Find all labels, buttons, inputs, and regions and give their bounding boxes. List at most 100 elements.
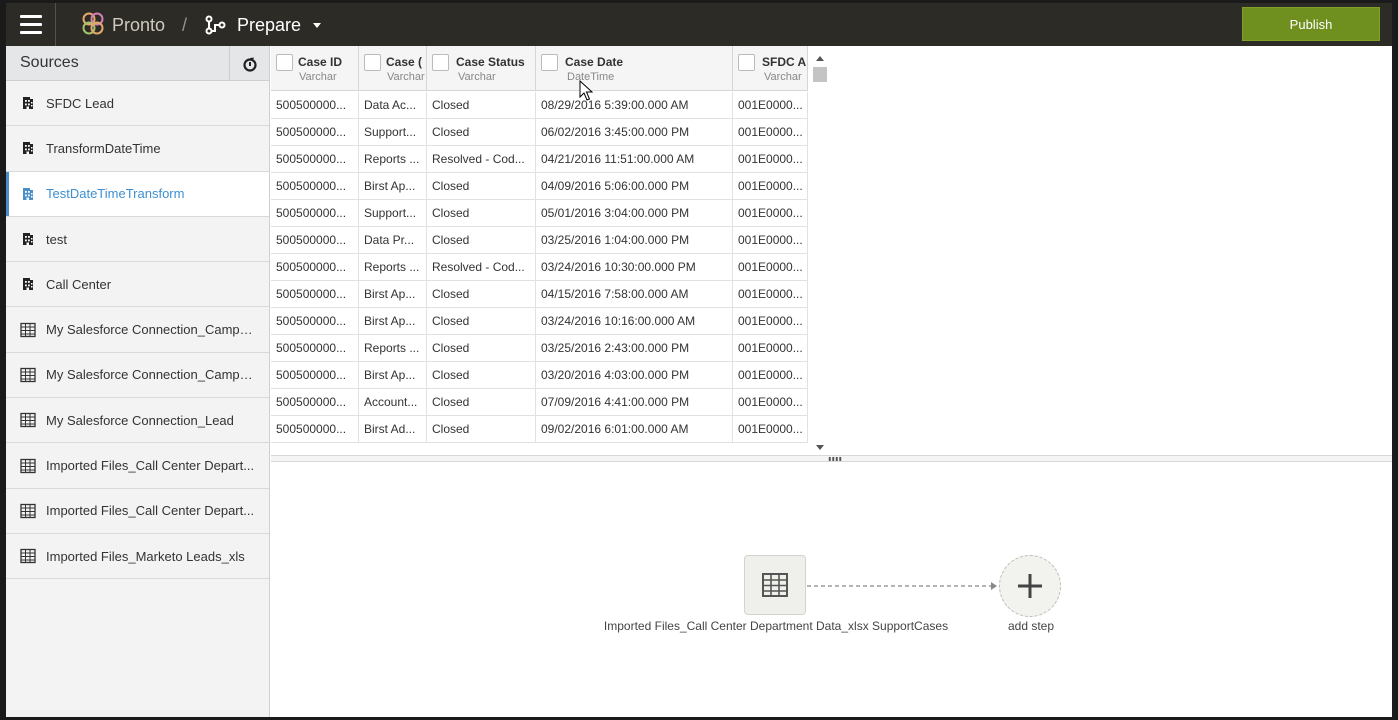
table-cell[interactable]: 04/21/2016 11:51:00.000 AM: [536, 146, 733, 173]
table-row[interactable]: 500500000... Birst Ap... Closed 03/24/2016 …: [271, 308, 808, 335]
column-select-checkbox[interactable]: [541, 54, 558, 71]
sidebar-item-source[interactable]: SFDC Lead: [6, 81, 269, 127]
table-cell[interactable]: 500500000...: [271, 308, 359, 335]
table-cell[interactable]: Closed: [427, 200, 536, 227]
column-header[interactable]: SFDC A Varchar: [733, 46, 808, 91]
table-cell[interactable]: 001E0000...: [733, 308, 808, 335]
column-select-checkbox[interactable]: [432, 54, 449, 71]
table-row[interactable]: 500500000... Birst Ad... Closed 09/02/2016 …: [271, 416, 808, 443]
table-row[interactable]: 500500000... Birst Ap... Closed 04/09/2016 …: [271, 173, 808, 200]
table-cell[interactable]: 001E0000...: [733, 92, 808, 119]
table-cell[interactable]: Closed: [427, 227, 536, 254]
table-cell[interactable]: 001E0000...: [733, 416, 808, 443]
table-cell[interactable]: Closed: [427, 308, 536, 335]
column-header[interactable]: Case Date DateTime: [536, 46, 733, 91]
scroll-up-arrow-icon[interactable]: [816, 56, 824, 61]
table-cell[interactable]: 500500000...: [271, 227, 359, 254]
refresh-button[interactable]: [229, 46, 269, 81]
sidebar-item-source[interactable]: Imported Files_Call Center Depart...: [6, 443, 269, 489]
table-cell[interactable]: Birst Ap...: [359, 173, 427, 200]
table-row[interactable]: 500500000... Support... Closed 05/01/2016 3…: [271, 200, 808, 227]
table-row[interactable]: 500500000... Data Ac... Closed 08/29/2016 5…: [271, 92, 808, 119]
table-cell[interactable]: 04/15/2016 7:58:00.000 AM: [536, 281, 733, 308]
sidebar-item-source[interactable]: My Salesforce Connection_Campai...: [6, 353, 269, 399]
table-row[interactable]: 500500000... Reports ... Resolved - Cod...…: [271, 254, 808, 281]
column-select-checkbox[interactable]: [738, 54, 755, 71]
table-cell[interactable]: 500500000...: [271, 254, 359, 281]
column-header[interactable]: Case ID Varchar: [271, 46, 359, 91]
table-cell[interactable]: 03/20/2016 4:03:00.000 PM: [536, 362, 733, 389]
table-cell[interactable]: 001E0000...: [733, 335, 808, 362]
table-cell[interactable]: 001E0000...: [733, 254, 808, 281]
table-cell[interactable]: Closed: [427, 335, 536, 362]
table-row[interactable]: 500500000... Account... Closed 07/09/2016 4…: [271, 389, 808, 416]
table-row[interactable]: 500500000... Support... Closed 06/02/2016 3…: [271, 119, 808, 146]
table-row[interactable]: 500500000... Birst Ap... Closed 04/15/2016 …: [271, 281, 808, 308]
publish-button[interactable]: Publish: [1242, 7, 1380, 41]
table-cell[interactable]: 001E0000...: [733, 200, 808, 227]
table-cell[interactable]: 03/25/2016 2:43:00.000 PM: [536, 335, 733, 362]
sidebar-item-source[interactable]: My Salesforce Connection_Lead: [6, 398, 269, 444]
sidebar-item-source[interactable]: My Salesforce Connection_Campaign: [6, 307, 269, 353]
sidebar-item-source[interactable]: Call Center: [6, 262, 269, 308]
table-cell[interactable]: 500500000...: [271, 335, 359, 362]
table-row[interactable]: 500500000... Reports ... Closed 03/25/2016 …: [271, 335, 808, 362]
table-cell[interactable]: Data Ac...: [359, 92, 427, 119]
hamburger-menu-icon[interactable]: [6, 3, 56, 46]
grip-icon[interactable]: [828, 457, 842, 461]
table-cell[interactable]: 03/24/2016 10:16:00.000 AM: [536, 308, 733, 335]
table-row[interactable]: 500500000... Birst Ap... Closed 03/20/2016 …: [271, 362, 808, 389]
table-cell[interactable]: Resolved - Cod...: [427, 146, 536, 173]
table-cell[interactable]: Reports ...: [359, 335, 427, 362]
table-cell[interactable]: Closed: [427, 389, 536, 416]
table-cell[interactable]: 08/29/2016 5:39:00.000 AM: [536, 92, 733, 119]
source-node[interactable]: [744, 555, 806, 615]
table-cell[interactable]: 03/25/2016 1:04:00.000 PM: [536, 227, 733, 254]
add-step-button[interactable]: [999, 555, 1061, 617]
table-cell[interactable]: 500500000...: [271, 146, 359, 173]
table-cell[interactable]: 04/09/2016 5:06:00.000 PM: [536, 173, 733, 200]
table-cell[interactable]: 500500000...: [271, 173, 359, 200]
table-cell[interactable]: 500500000...: [271, 119, 359, 146]
column-select-checkbox[interactable]: [276, 54, 293, 71]
table-cell[interactable]: Birst Ad...: [359, 416, 427, 443]
table-cell[interactable]: Resolved - Cod...: [427, 254, 536, 281]
table-cell[interactable]: Account...: [359, 389, 427, 416]
table-cell[interactable]: 500500000...: [271, 200, 359, 227]
table-cell[interactable]: Support...: [359, 119, 427, 146]
scroll-thumb[interactable]: [813, 67, 827, 82]
table-cell[interactable]: Closed: [427, 173, 536, 200]
table-cell[interactable]: Closed: [427, 362, 536, 389]
grid-vertical-scrollbar[interactable]: [812, 50, 828, 455]
table-cell[interactable]: 001E0000...: [733, 146, 808, 173]
table-cell[interactable]: 500500000...: [271, 281, 359, 308]
table-cell[interactable]: Reports ...: [359, 254, 427, 281]
table-cell[interactable]: 03/24/2016 10:30:00.000 PM: [536, 254, 733, 281]
table-row[interactable]: 500500000... Reports ... Resolved - Cod...…: [271, 146, 808, 173]
sidebar-item-source[interactable]: TestDateTimeTransform: [6, 171, 269, 217]
table-cell[interactable]: Closed: [427, 281, 536, 308]
table-cell[interactable]: Birst Ap...: [359, 308, 427, 335]
table-cell[interactable]: 06/02/2016 3:45:00.000 PM: [536, 119, 733, 146]
column-header[interactable]: Case (Varchar: [359, 46, 427, 91]
table-row[interactable]: 500500000... Data Pr... Closed 03/25/2016 1…: [271, 227, 808, 254]
column-header[interactable]: Case Status Varchar: [427, 46, 536, 91]
table-cell[interactable]: Birst Ap...: [359, 281, 427, 308]
column-select-checkbox[interactable]: [364, 54, 381, 71]
table-cell[interactable]: 05/01/2016 3:04:00.000 PM: [536, 200, 733, 227]
pane-splitter[interactable]: [271, 455, 1392, 462]
table-cell[interactable]: 001E0000...: [733, 173, 808, 200]
table-cell[interactable]: 07/09/2016 4:41:00.000 PM: [536, 389, 733, 416]
table-cell[interactable]: 500500000...: [271, 362, 359, 389]
table-cell[interactable]: Birst Ap...: [359, 362, 427, 389]
sidebar-item-source[interactable]: TransformDateTime: [6, 126, 269, 172]
scroll-down-arrow-icon[interactable]: [816, 445, 824, 450]
sidebar-item-source[interactable]: test: [6, 217, 269, 263]
table-cell[interactable]: 500500000...: [271, 416, 359, 443]
chevron-down-icon[interactable]: [313, 23, 321, 28]
table-cell[interactable]: Data Pr...: [359, 227, 427, 254]
table-cell[interactable]: 001E0000...: [733, 389, 808, 416]
table-cell[interactable]: Closed: [427, 119, 536, 146]
table-cell[interactable]: Closed: [427, 92, 536, 119]
table-cell[interactable]: 09/02/2016 6:01:00.000 AM: [536, 416, 733, 443]
